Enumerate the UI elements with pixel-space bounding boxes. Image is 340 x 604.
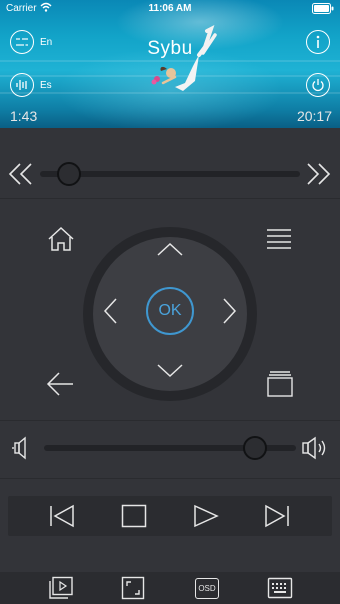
back-icon[interactable]: [46, 371, 74, 397]
artwork-image: [151, 25, 217, 91]
rewind-icon[interactable]: [8, 162, 34, 186]
volume-up-icon[interactable]: [301, 434, 331, 462]
divider: [0, 420, 340, 421]
audio-language-button[interactable]: Es: [10, 73, 52, 97]
divider: [0, 478, 340, 479]
elapsed-time: 1:43: [10, 108, 38, 124]
status-bar: Carrier 11:06 AM: [0, 0, 340, 18]
dpad-down-button[interactable]: [157, 364, 183, 378]
power-button[interactable]: [306, 73, 330, 97]
battery-icon: [312, 3, 334, 14]
volume-down-icon[interactable]: [10, 434, 38, 462]
status-time: 11:06 AM: [148, 3, 192, 14]
home-icon[interactable]: [47, 226, 75, 252]
info-icon: [316, 35, 320, 48]
power-icon: [312, 79, 324, 92]
divider: [0, 198, 340, 199]
dpad-left-button[interactable]: [103, 298, 117, 324]
seek-slider-thumb[interactable]: [57, 162, 81, 186]
end-time: 20:17: [296, 108, 332, 124]
fast-forward-icon[interactable]: [305, 162, 331, 186]
now-playing-banner: Carrier 11:06 AM En Es Sybu 1:43 20:17: [0, 0, 340, 128]
menu-icon[interactable]: [266, 228, 292, 250]
fullscreen-icon[interactable]: [121, 576, 145, 600]
audio-track-icon: [10, 73, 34, 97]
dpad-up-button[interactable]: [157, 242, 183, 256]
ok-button[interactable]: OK: [146, 287, 194, 335]
volume-slider-thumb[interactable]: [243, 436, 267, 460]
channel-list-icon[interactable]: [266, 370, 294, 398]
previous-track-icon[interactable]: [49, 504, 75, 528]
osd-button[interactable]: OSD: [195, 578, 219, 599]
dpad-right-button[interactable]: [223, 298, 237, 324]
media-library-icon[interactable]: [48, 576, 74, 600]
play-icon[interactable]: [193, 504, 219, 528]
next-track-icon[interactable]: [264, 504, 290, 528]
stop-icon[interactable]: [121, 504, 147, 528]
audio-language-label: Es: [40, 79, 52, 91]
media-title: Sybu: [147, 38, 193, 59]
keyboard-icon[interactable]: [267, 577, 293, 599]
info-button[interactable]: [306, 30, 330, 54]
